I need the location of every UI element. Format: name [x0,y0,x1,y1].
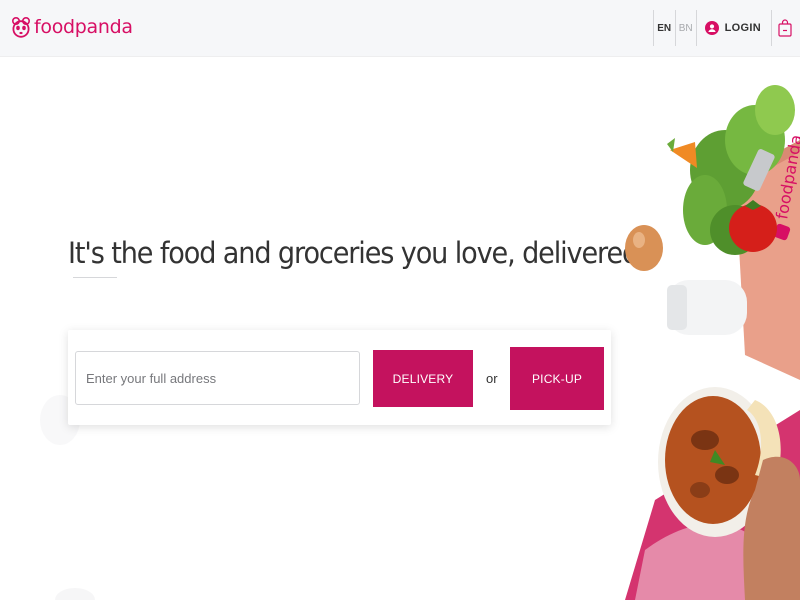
egg [625,225,663,271]
login-button[interactable]: LOGIN [697,10,772,46]
tomato [729,204,777,252]
delivery-button[interactable]: DELIVERY [373,350,473,407]
background-shape [55,588,95,600]
language-en[interactable]: EN [652,10,675,46]
header-actions: EN BN LOGIN [652,10,792,46]
brand-name: foodpanda [34,16,133,38]
language-bn[interactable]: BN [674,10,697,46]
pickup-button[interactable]: PICK-UP [510,347,604,410]
panda-logo-icon [12,17,30,38]
brand-logo[interactable]: foodpanda [12,14,133,40]
milk-bottle [667,280,747,335]
top-header: foodpanda EN BN LOGIN [0,0,800,57]
headline-underline [73,277,117,278]
hero-headline: It's the food and groceries you love, de… [68,236,639,270]
address-search-card: DELIVERY or PICK-UP [68,330,611,425]
or-separator: or [486,371,498,386]
address-input[interactable] [75,351,360,405]
shopping-bag-icon[interactable] [778,19,792,37]
login-label: LOGIN [724,22,761,34]
user-icon [704,21,719,35]
carrot [670,142,697,168]
hero-food-illustration: foodpanda [625,85,800,600]
